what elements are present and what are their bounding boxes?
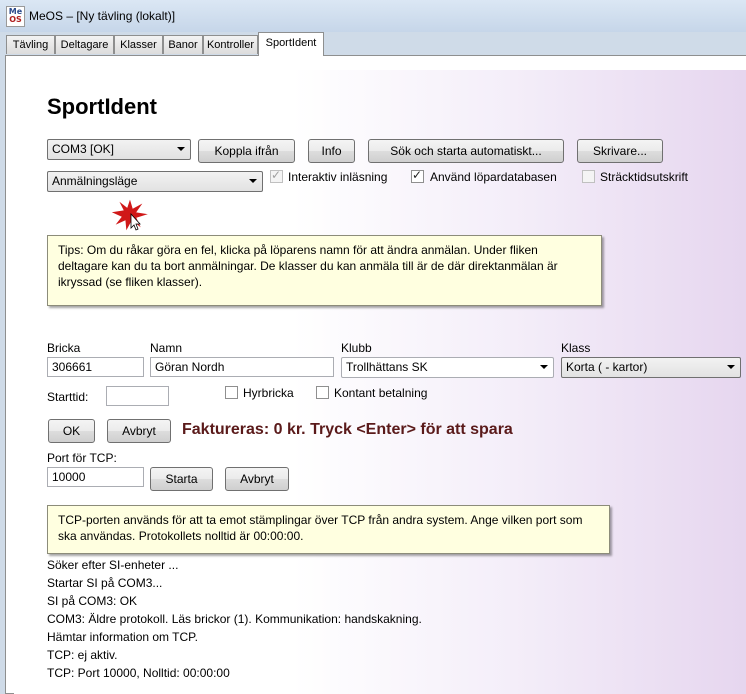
club-label: Klubb bbox=[341, 341, 372, 355]
log-line: Hämtar information om TCP. bbox=[47, 630, 198, 644]
log-line: COM3: Äldre protokoll. Läs brickor (1). … bbox=[47, 612, 422, 626]
tip-box: Tips: Om du råkar göra en fel, klicka på… bbox=[47, 235, 602, 306]
disconnect-button[interactable]: Koppla ifrån bbox=[198, 139, 295, 163]
tab-sportident[interactable]: SportIdent bbox=[258, 32, 324, 56]
tcp-port-input[interactable]: 10000 bbox=[47, 467, 144, 487]
com-port-value: COM3 [OK] bbox=[52, 142, 115, 156]
name-input[interactable]: Göran Nordh bbox=[150, 357, 334, 377]
tcp-start-button[interactable]: Starta bbox=[150, 467, 213, 491]
invoice-status-text: Faktureras: 0 kr. Tryck <Enter> för att … bbox=[182, 421, 513, 438]
log-line: SI på COM3: OK bbox=[47, 594, 138, 608]
club-combobox[interactable]: Trollhättans SK bbox=[341, 357, 554, 378]
cash-payment-label: Kontant betalning bbox=[334, 386, 428, 400]
start-time-label: Starttid: bbox=[47, 390, 89, 404]
chevron-down-icon bbox=[540, 365, 548, 369]
log-line: Startar SI på COM3... bbox=[47, 576, 163, 590]
ok-button[interactable]: OK bbox=[48, 419, 95, 443]
log-line: TCP: Port 10000, Nolltid: 00:00:00 bbox=[47, 666, 230, 680]
runner-db-label: Använd löpardatabasen bbox=[430, 170, 557, 184]
tcp-port-label: Port för TCP: bbox=[47, 451, 117, 465]
check-mark-icon: ✓ bbox=[412, 168, 423, 182]
interactive-label: Interaktiv inläsning bbox=[288, 170, 388, 184]
tab-strip: Tävling Deltagare Klasser Banor Kontroll… bbox=[5, 32, 746, 56]
window-title: MeOS – [Ny tävling (lokalt)] bbox=[29, 9, 176, 23]
chevron-down-icon bbox=[727, 365, 735, 369]
log-line: TCP: ej aktiv. bbox=[47, 648, 118, 662]
chevron-down-icon bbox=[249, 179, 257, 183]
split-print-label: Sträcktidsutskrift bbox=[600, 170, 689, 184]
rent-card-label: Hyrbricka bbox=[243, 386, 294, 400]
tab-deltagare[interactable]: Deltagare bbox=[55, 35, 114, 54]
rent-card-checkbox[interactable] bbox=[225, 386, 238, 399]
search-start-button[interactable]: Sök och starta automatiskt... bbox=[368, 139, 564, 163]
com-port-select[interactable]: COM3 [OK] bbox=[47, 139, 191, 160]
cash-payment-checkbox[interactable] bbox=[316, 386, 329, 399]
app-icon-text-bottom: OS bbox=[9, 15, 22, 24]
name-label: Namn bbox=[150, 341, 183, 355]
tcp-tip-box: TCP-porten används för att ta emot stämp… bbox=[47, 505, 610, 554]
page-title: SportIdent bbox=[47, 94, 157, 119]
mode-value: Anmälningsläge bbox=[52, 174, 138, 188]
mode-select[interactable]: Anmälningsläge bbox=[47, 171, 263, 192]
click-burst-icon bbox=[108, 196, 151, 234]
interactive-checkbox[interactable]: ✓ bbox=[270, 168, 283, 183]
runner-db-checkbox[interactable]: ✓ bbox=[411, 168, 424, 183]
card-label: Bricka bbox=[47, 341, 81, 355]
chevron-down-icon bbox=[177, 147, 185, 151]
class-label: Klass bbox=[561, 341, 591, 355]
printer-button[interactable]: Skrivare... bbox=[577, 139, 663, 163]
cancel-entry-button[interactable]: Avbryt bbox=[107, 419, 171, 443]
start-time-input[interactable] bbox=[106, 386, 169, 406]
log-line: Söker efter SI-enheter ... bbox=[47, 558, 179, 572]
check-mark-icon: ✓ bbox=[271, 168, 282, 182]
meos-app-icon[interactable]: Me OS bbox=[6, 6, 25, 27]
tab-tavling[interactable]: Tävling bbox=[6, 35, 55, 54]
info-button[interactable]: Info bbox=[308, 139, 355, 163]
class-select[interactable]: Korta ( - kartor) bbox=[561, 357, 741, 378]
tab-klasser[interactable]: Klasser bbox=[114, 35, 163, 54]
tab-banor[interactable]: Banor bbox=[163, 35, 203, 54]
split-print-checkbox[interactable] bbox=[582, 170, 595, 183]
tcp-cancel-button[interactable]: Avbryt bbox=[225, 467, 289, 491]
card-number-input[interactable]: 306661 bbox=[47, 357, 144, 377]
tab-kontroller[interactable]: Kontroller bbox=[203, 35, 258, 54]
class-value: Korta ( - kartor) bbox=[566, 360, 648, 374]
club-value: Trollhättans SK bbox=[346, 360, 428, 374]
